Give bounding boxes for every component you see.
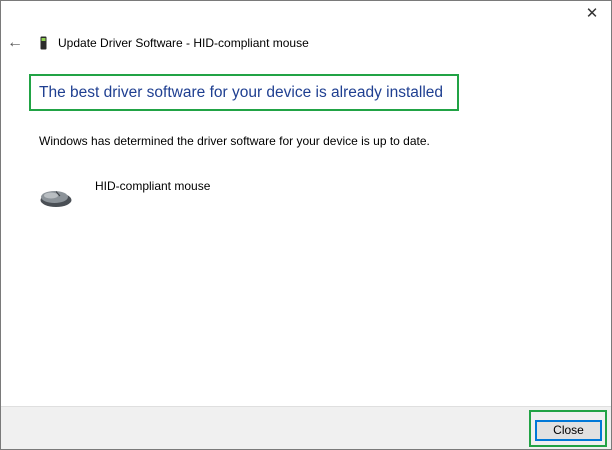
update-driver-dialog: ✕ ← Update Driver Software - HID-complia…: [0, 0, 612, 450]
dialog-title: Update Driver Software - HID-compliant m…: [58, 36, 309, 50]
close-button[interactable]: Close: [535, 420, 602, 441]
dialog-footer: [1, 406, 611, 449]
status-headline: The best driver software for your device…: [39, 84, 444, 101]
status-message: Windows has determined the driver softwa…: [39, 134, 430, 148]
device-icon: [40, 36, 47, 50]
mouse-icon: [40, 191, 72, 207]
device-name: HID-compliant mouse: [95, 179, 211, 193]
back-arrow-icon[interactable]: ←: [7, 31, 25, 55]
close-window-icon[interactable]: ✕: [581, 3, 603, 25]
